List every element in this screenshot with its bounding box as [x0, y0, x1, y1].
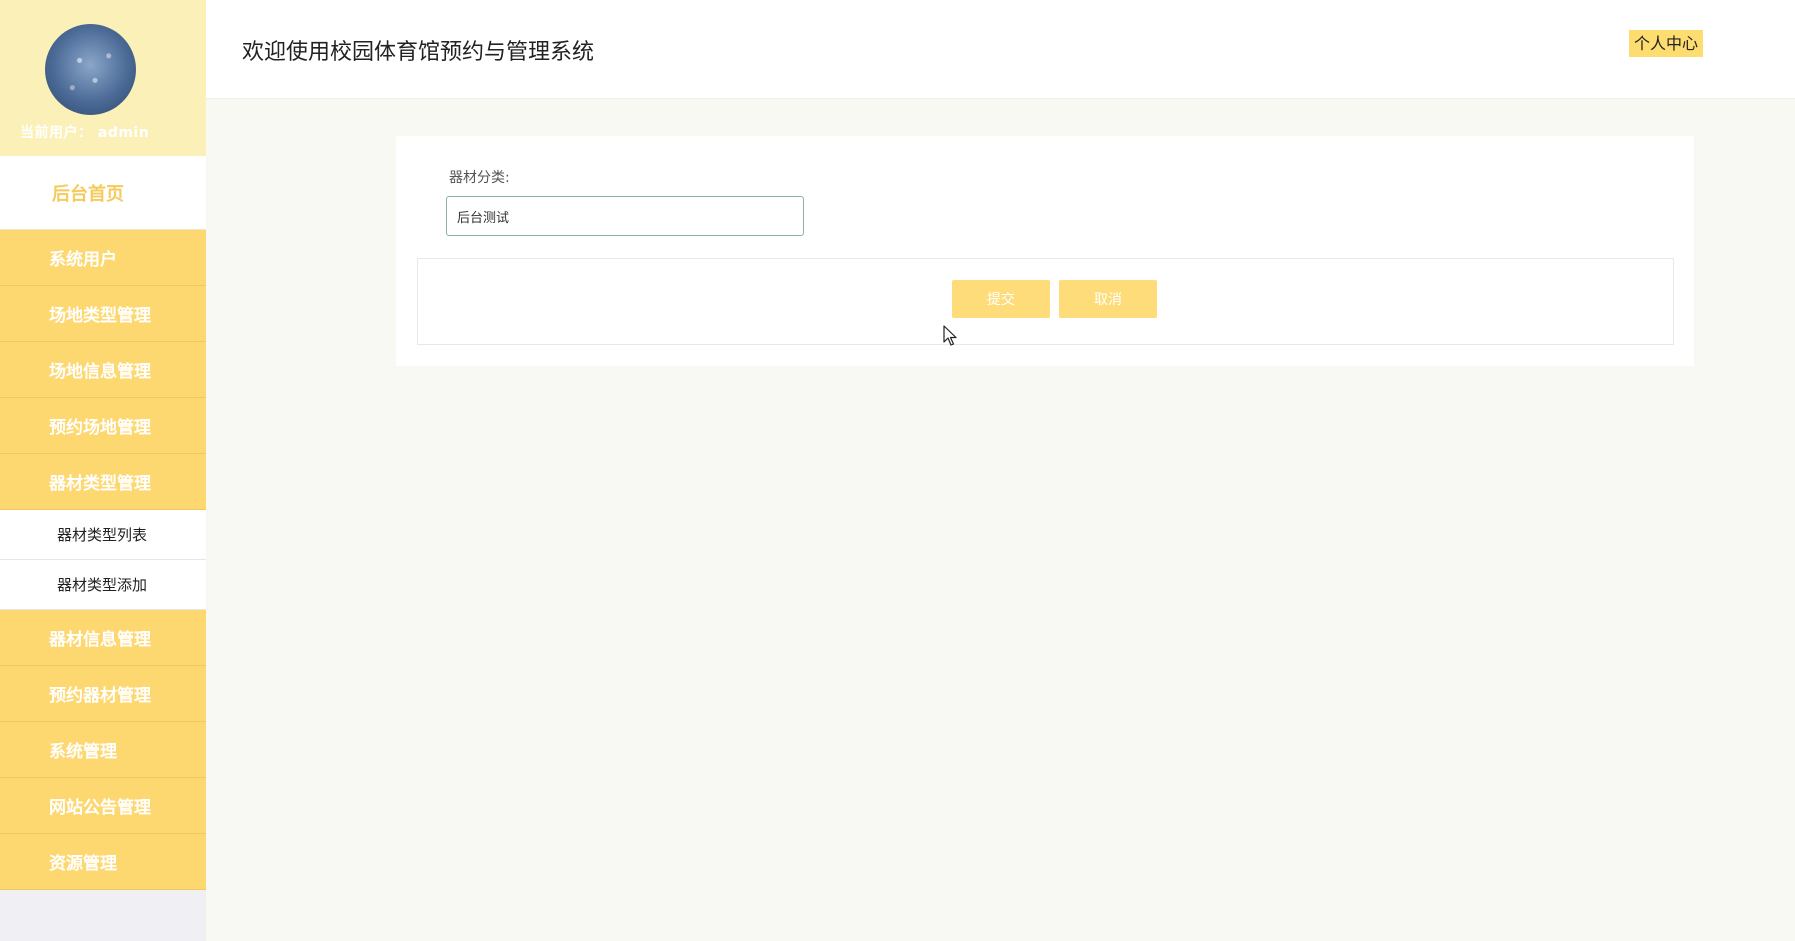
sidebar-item-announcement-management[interactable]: 网站公告管理 [0, 778, 206, 834]
current-user-label: 当前用户： [20, 125, 93, 141]
sidebar-item-home[interactable]: 后台首页 [0, 156, 206, 230]
sidebar-item-equipment-type-management[interactable]: 器材类型管理 [0, 454, 206, 510]
sidebar-item-equipment-info-management[interactable]: 器材信息管理 [0, 610, 206, 666]
sidebar-subitem-equipment-type-list[interactable]: 器材类型列表 [0, 510, 206, 560]
current-username: admin [97, 125, 150, 141]
equipment-category-label: 器材分类: [449, 170, 510, 186]
avatar[interactable] [45, 24, 136, 115]
sidebar-item-system-management[interactable]: 系统管理 [0, 722, 206, 778]
sidebar-subitem-equipment-type-add[interactable]: 器材类型添加 [0, 560, 206, 610]
sidebar-item-venue-type-management[interactable]: 场地类型管理 [0, 286, 206, 342]
sidebar: 当前用户： admin 后台首页 系统用户 场地类型管理 场地信息管理 预约场地… [0, 0, 206, 941]
cancel-button[interactable]: 取消 [1059, 280, 1157, 318]
user-profile: 当前用户： admin [0, 0, 206, 156]
sidebar-item-system-users[interactable]: 系统用户 [0, 230, 206, 286]
personal-center-button[interactable]: 个人中心 [1629, 30, 1704, 57]
page-title: 欢迎使用校园体育馆预约与管理系统 [242, 40, 595, 65]
sidebar-item-venue-booking-management[interactable]: 预约场地管理 [0, 398, 206, 454]
equipment-category-input[interactable] [446, 196, 804, 236]
sidebar-item-venue-info-management[interactable]: 场地信息管理 [0, 342, 206, 398]
current-user: 当前用户： admin [20, 122, 149, 142]
form-actions: 提交 取消 [417, 258, 1674, 345]
top-header: 欢迎使用校园体育馆预约与管理系统 个人中心 [206, 0, 1795, 99]
sidebar-item-equipment-booking-management[interactable]: 预约器材管理 [0, 666, 206, 722]
mouse-pointer-icon [943, 325, 957, 346]
sidebar-item-resource-management[interactable]: 资源管理 [0, 834, 206, 890]
equipment-type-form: 器材分类: 提交 取消 [396, 136, 1694, 366]
submit-button[interactable]: 提交 [952, 280, 1050, 318]
